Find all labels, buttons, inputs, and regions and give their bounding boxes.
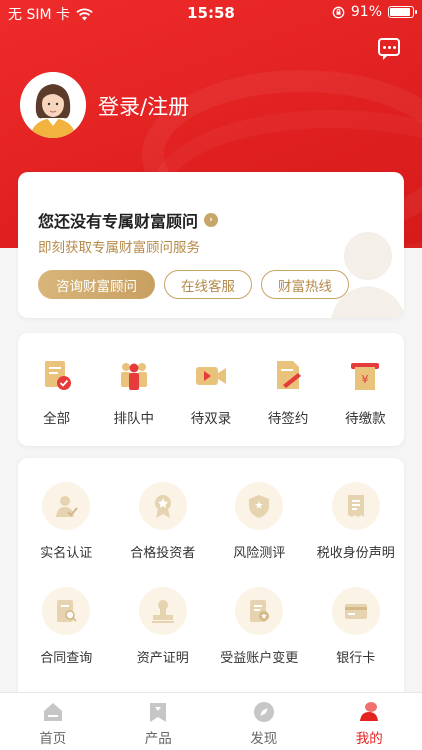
order-sign-button[interactable]: 待签约 [253,359,323,427]
avatar-illustration [20,72,86,138]
tab-bar: 首页 产品 发现 我的 [0,692,422,750]
consult-advisor-button[interactable]: 咨询财富顾问 [38,270,155,299]
home-icon [43,703,62,721]
qualified-investor-icon [154,495,171,518]
asset-proof-button[interactable]: 资产证明 [115,587,212,666]
beneficiary-account-change-button[interactable]: 受益账户变更 [211,587,308,666]
svg-text:¥: ¥ [362,373,369,386]
advisor-silhouette-icon [330,232,404,318]
tab-discover[interactable]: 发现 [211,693,317,750]
tax-declaration-button[interactable]: 税收身份声明 [308,482,405,561]
order-all-button[interactable]: 全部 [22,359,92,427]
tab-mine[interactable]: 我的 [317,693,422,750]
bank-card-icon [344,604,367,619]
status-bar: 无 SIM 卡 15:58 91% [0,0,422,26]
chevron-right-icon: › [204,213,219,227]
asset-stamp-icon [151,600,174,623]
contract-search-button[interactable]: 合同查询 [18,587,115,666]
tax-document-icon [347,495,364,517]
compass-icon [253,702,274,722]
qualified-investor-button[interactable]: 合格投资者 [115,482,212,561]
login-register-link[interactable]: 登录/注册 [98,91,189,121]
risk-assessment-button[interactable]: 风险测评 [211,482,308,561]
id-verify-button[interactable]: 实名认证 [18,482,115,561]
message-icon[interactable] [378,38,400,60]
orders-card: 全部 排队中 待双录 待签约 ¥ 待缴款 [18,333,404,446]
order-all-icon [44,361,71,390]
battery-percent: 91% [350,4,382,20]
tab-home[interactable]: 首页 [0,693,106,750]
battery-fill [390,8,411,16]
bank-card-button[interactable]: 银行卡 [308,587,405,666]
sign-icon [277,361,302,389]
id-verify-icon [56,496,79,517]
battery-icon [388,6,417,18]
product-icon [150,703,167,722]
advisor-title[interactable]: 您还没有专属财富顾问 › [38,208,219,232]
payment-icon: ¥ [351,363,380,390]
tab-product[interactable]: 产品 [106,693,212,750]
user-icon [360,702,379,721]
risk-shield-icon [249,495,270,518]
contract-search-icon [57,600,77,622]
order-video-button[interactable]: 待双录 [176,359,246,427]
advisor-subtitle: 即刻获取专属财富顾问服务 [38,240,200,256]
online-service-button[interactable]: 在线客服 [164,270,252,299]
account-change-icon [250,600,270,622]
advisor-card: 您还没有专属财富顾问 › 即刻获取专属财富顾问服务 咨询财富顾问 在线客服 财富… [18,172,404,318]
orientation-lock-icon [332,6,345,18]
order-payment-button[interactable]: ¥ 待缴款 [330,359,400,427]
order-queue-button[interactable]: 排队中 [99,359,169,427]
avatar[interactable] [20,72,86,138]
queue-icon [120,363,147,390]
video-record-icon [195,367,226,385]
